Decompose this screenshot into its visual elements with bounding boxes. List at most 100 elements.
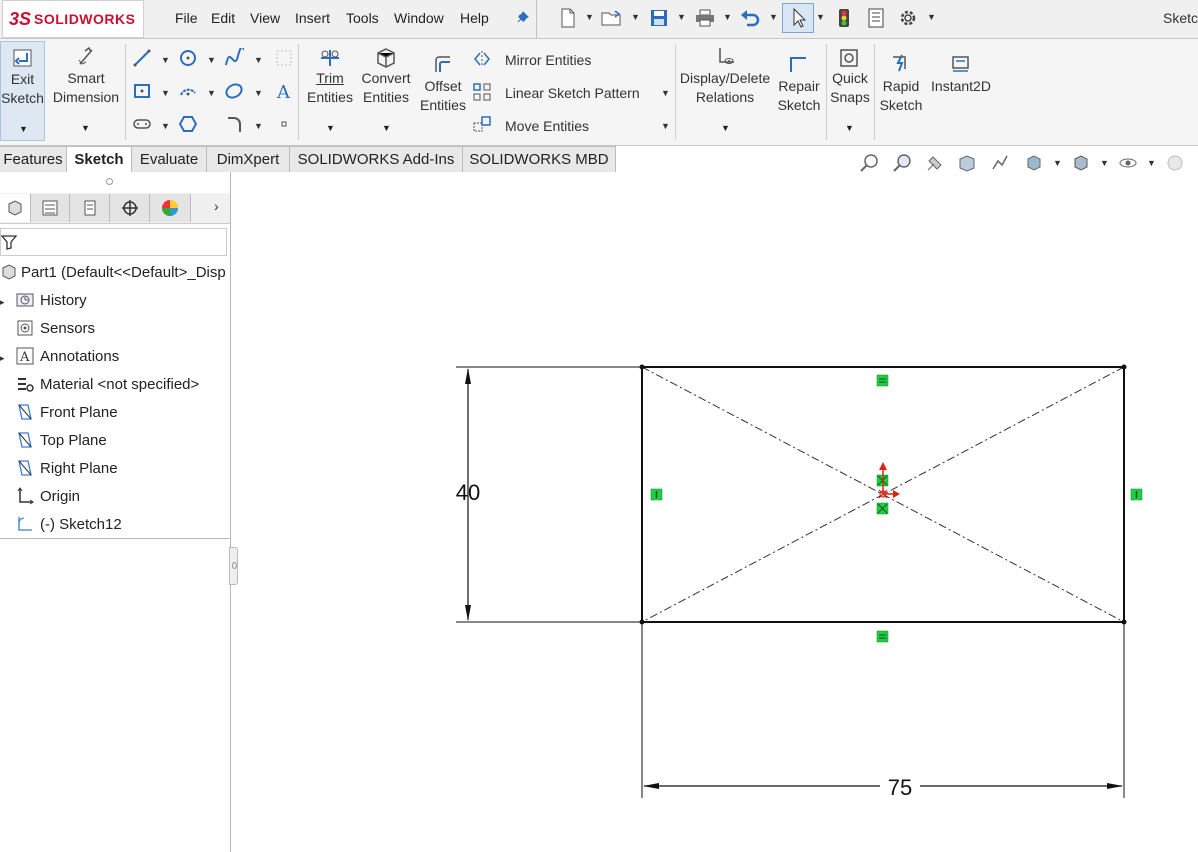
ellipse-dropdown-icon[interactable]: ▼ (254, 88, 263, 98)
dimension-width[interactable] (641, 624, 1125, 798)
tab-evaluate[interactable]: Evaluate (132, 146, 207, 172)
relations-dropdown-icon[interactable]: ▼ (721, 123, 730, 133)
dimxpertmanager-tab-icon[interactable] (110, 194, 150, 222)
trim-entities-button[interactable]: Trim Entities ▼ (303, 41, 357, 141)
dimension-width-value[interactable]: 75 (888, 775, 912, 800)
mirror-entities-icon[interactable] (472, 49, 492, 69)
rebuild-traffic-light-icon[interactable] (832, 6, 856, 30)
print-dropdown-icon[interactable]: ▼ (723, 12, 732, 22)
linear-pattern-dropdown-icon[interactable]: ▼ (661, 88, 670, 98)
tree-item-annotations[interactable]: A Annotations (16, 345, 119, 367)
smart-dimension-button[interactable]: Smart Dimension ▼ (50, 41, 122, 141)
vertical-relation-right[interactable] (1130, 488, 1143, 501)
display-delete-relations-button[interactable]: Display/Delete Relations ▼ (678, 41, 772, 141)
convert-entities-button[interactable]: Convert Entities ▼ (358, 41, 414, 141)
midpoint-relation-lower[interactable] (876, 502, 889, 515)
expand-history-icon[interactable]: ▸ (0, 297, 5, 308)
text-icon[interactable]: A (274, 81, 294, 101)
rapid-sketch-button[interactable]: Rapid Sketch (876, 41, 926, 141)
options-dropdown-icon[interactable]: ▼ (927, 12, 936, 22)
linear-sketch-pattern-icon[interactable] (472, 82, 492, 102)
open-dropdown-icon[interactable]: ▼ (631, 12, 640, 22)
point-icon[interactable] (274, 114, 294, 134)
menu-edit[interactable]: Edit (211, 10, 235, 26)
save-icon[interactable] (647, 6, 671, 30)
file-properties-icon[interactable] (864, 6, 888, 30)
exit-sketch-button[interactable]: Exit Sketch ▼ (0, 41, 45, 141)
fillet-dropdown-icon[interactable]: ▼ (254, 121, 263, 131)
tree-item-right-plane[interactable]: Right Plane (16, 457, 118, 479)
tree-item-front-plane[interactable]: Front Plane (16, 401, 118, 423)
hide-show-items-icon[interactable] (1117, 152, 1139, 174)
repair-sketch-button[interactable]: Repair Sketch (774, 41, 824, 141)
tree-item-history[interactable]: History (16, 289, 87, 311)
previous-view-icon[interactable] (924, 152, 946, 174)
expand-annotations-icon[interactable]: ▸ (0, 353, 5, 364)
solidworks-logo[interactable]: 3S SOLIDWORKS (2, 0, 144, 38)
polygon-icon[interactable] (178, 114, 198, 134)
instant2d-button[interactable]: Instant2D (928, 41, 994, 101)
tab-solidworks-mbd[interactable]: SOLIDWORKS MBD (463, 146, 616, 172)
convert-dropdown-icon[interactable]: ▼ (382, 123, 391, 133)
menu-help[interactable]: Help (460, 10, 489, 26)
hide-show-dropdown-icon[interactable]: ▼ (1147, 158, 1156, 168)
dynamic-annotation-icon[interactable] (989, 152, 1011, 174)
tab-features[interactable]: Features (0, 146, 67, 172)
move-entities-label[interactable]: Move Entities (505, 118, 589, 134)
trim-dropdown-icon[interactable]: ▼ (326, 123, 335, 133)
rectangle-dropdown-icon[interactable]: ▼ (161, 88, 170, 98)
tree-item-top-plane[interactable]: Top Plane (16, 429, 107, 451)
display-style-icon[interactable] (1070, 152, 1092, 174)
propertymanager-tab-icon[interactable] (31, 194, 70, 222)
graphics-area[interactable]: 40 75 (232, 172, 1198, 852)
save-dropdown-icon[interactable]: ▼ (677, 12, 686, 22)
vertical-relation-left[interactable] (650, 488, 663, 501)
pin-icon[interactable] (510, 6, 534, 30)
view-orientation-dropdown-icon[interactable]: ▼ (1053, 158, 1062, 168)
arc-icon[interactable] (178, 81, 198, 101)
circle-icon[interactable] (178, 48, 198, 68)
offset-entities-button[interactable]: Offset Entities (416, 41, 470, 141)
tree-item-sketch12[interactable]: (-) Sketch12 (16, 513, 122, 535)
horizontal-relation-bottom[interactable] (876, 630, 889, 643)
tree-item-origin[interactable]: Origin (16, 485, 80, 507)
rectangle-icon[interactable] (132, 81, 152, 101)
fillet-icon[interactable] (224, 114, 244, 134)
slot-icon[interactable] (132, 114, 152, 134)
line-dropdown-icon[interactable]: ▼ (161, 55, 170, 65)
select-dropdown-icon[interactable]: ▼ (816, 12, 825, 22)
tree-item-sensors[interactable]: Sensors (16, 317, 95, 339)
circle-dropdown-icon[interactable]: ▼ (207, 55, 216, 65)
displaymanager-tab-icon[interactable] (150, 194, 191, 222)
menu-file[interactable]: File (175, 10, 198, 26)
display-style-dropdown-icon[interactable]: ▼ (1100, 158, 1109, 168)
undo-dropdown-icon[interactable]: ▼ (769, 12, 778, 22)
new-dropdown-icon[interactable]: ▼ (585, 12, 594, 22)
line-icon[interactable] (132, 48, 152, 68)
zoom-to-area-icon[interactable] (891, 152, 913, 174)
dimension-height-value[interactable]: 40 (456, 480, 480, 505)
new-document-icon[interactable] (556, 6, 580, 30)
panel-splitter-handle[interactable] (106, 178, 113, 185)
menu-tools[interactable]: Tools (346, 10, 379, 26)
quick-snaps-dropdown-icon[interactable]: ▼ (845, 123, 854, 133)
arc-dropdown-icon[interactable]: ▼ (207, 88, 216, 98)
horizontal-relation-top[interactable] (876, 374, 889, 387)
tree-item-material[interactable]: Material <not specified> (16, 373, 199, 395)
zoom-to-fit-icon[interactable] (858, 152, 880, 174)
tree-root-part[interactable]: Part1 (Default<<Default>_Disp (0, 261, 226, 283)
spline-icon[interactable] (224, 48, 244, 68)
panel-tabs-next-icon[interactable]: › (214, 198, 219, 214)
tab-dimxpert[interactable]: DimXpert (207, 146, 290, 172)
quick-snaps-button[interactable]: Quick Snaps ▼ (828, 41, 872, 141)
section-view-icon[interactable] (956, 152, 978, 174)
print-icon[interactable] (693, 6, 717, 30)
configurationmanager-tab-icon[interactable] (70, 194, 110, 222)
dimension-height[interactable] (456, 366, 640, 623)
menu-view[interactable]: View (250, 10, 280, 26)
undo-icon[interactable] (738, 6, 762, 30)
select-tool-button[interactable] (782, 3, 814, 33)
spline-dropdown-icon[interactable]: ▼ (254, 55, 263, 65)
featuremanager-tab-icon[interactable] (0, 194, 31, 222)
open-folder-icon[interactable] (600, 6, 624, 30)
